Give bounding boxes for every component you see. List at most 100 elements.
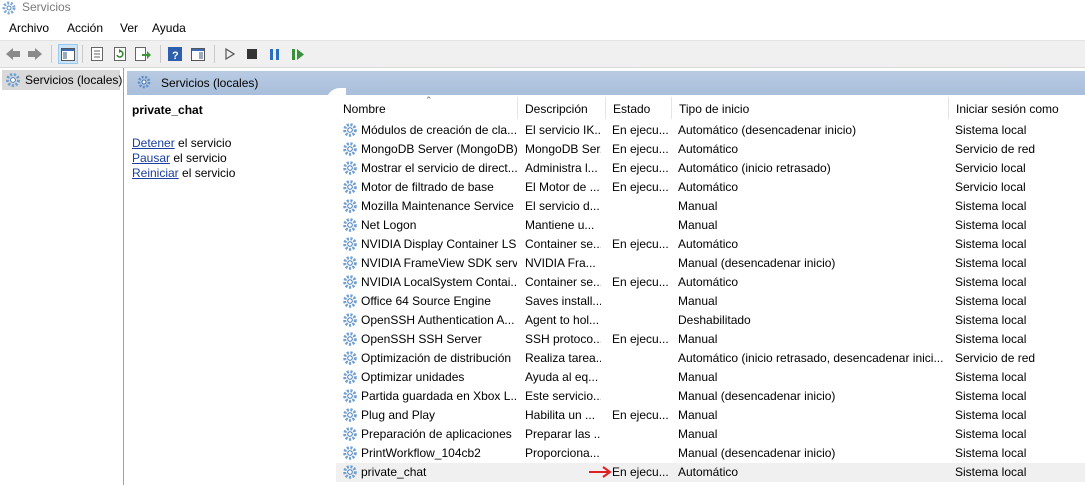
service-startup-type-cell: Automático [678,465,739,479]
window-title: Servicios [22,0,71,14]
service-name-cell: Preparación de aplicaciones [361,427,512,441]
service-description-cell: Container se... [525,237,601,251]
table-row[interactable]: Office 64 Source Engine Saves install... M… [336,292,1085,311]
service-logon-cell: Sistema local [955,313,1027,327]
table-row[interactable]: Optimización de distribución Realiza tare… [336,349,1085,368]
service-startup-type-cell: Manual (desencadenar inicio) [678,389,836,403]
service-name-cell: Motor de filtrado de base [361,180,494,194]
table-row[interactable]: Módulos de creación de cla... El servicio… [336,121,1085,140]
service-name-cell: Office 64 Source Engine [361,294,491,308]
service-gear-icon [342,293,358,312]
column-header-name[interactable]: ⌃ Nombre [336,95,517,119]
service-startup-type-cell: Manual [678,370,718,384]
service-logon-cell: Servicio local [955,161,1026,175]
service-description-cell: Mantiene u... [525,218,595,232]
service-gear-icon [342,388,358,407]
table-row[interactable]: Optimizar unidades Ayuda al eq... Manual Si… [336,368,1085,387]
service-startup-type-cell: Manual (desencadenar inicio) [678,446,836,460]
service-startup-type-cell: Manual [678,218,718,232]
service-gear-icon [342,160,358,179]
service-logon-cell: Sistema local [955,427,1027,441]
service-logon-cell: Sistema local [955,446,1027,460]
service-description-cell: NVIDIA Fra... [525,256,596,270]
gear-icon [5,72,21,88]
stop-service-link[interactable]: Detener [132,136,175,150]
column-label: Descripción [525,102,588,116]
stop-service-action: Detener el servicio [132,136,235,151]
service-name-cell: OpenSSH SSH Server [361,332,482,346]
start-service-icon[interactable] [221,45,239,63]
table-row[interactable]: Partida guardada en Xbox L... Este servic… [336,387,1085,406]
service-status-cell: En ejecu... [612,180,669,194]
service-logon-cell: Sistema local [955,275,1027,289]
table-row[interactable]: Mostrar el servicio de direct... Administ… [336,159,1085,178]
table-row[interactable]: PrintWorkflow_104cb2 Proporciona... Manual… [336,444,1085,463]
table-row[interactable]: MongoDB Server (MongoDB) MongoDB Ser... En… [336,140,1085,159]
properties-icon[interactable] [88,45,106,63]
service-gear-icon [342,350,358,369]
forward-arrow-icon[interactable] [26,45,44,63]
table-row[interactable]: OpenSSH Authentication A... Agent to hol.… [336,311,1085,330]
service-gear-icon [342,426,358,445]
restart-service-link[interactable]: Reiniciar [132,166,179,180]
tree-item-services-local[interactable]: Servicios (locales) [2,70,122,90]
service-status-cell: En ejecu... [612,465,669,479]
service-gear-icon [342,407,358,426]
refresh-icon[interactable] [111,45,129,63]
service-startup-type-cell: Manual [678,332,718,346]
service-description-cell: Container se... [525,275,601,289]
show-hide-action-pane-icon[interactable] [189,45,207,63]
table-row[interactable]: Plug and Play Habilita un ... En ejecu... M… [336,406,1085,425]
column-header-description[interactable]: Descripción [518,95,605,119]
service-logon-cell: Sistema local [955,123,1027,137]
service-name-cell: Optimización de distribución [361,351,512,365]
back-arrow-icon[interactable] [4,45,22,63]
show-hide-console-tree-icon[interactable] [58,44,78,64]
table-row[interactable]: NVIDIA FrameView SDK serv... NVIDIA Fra..… [336,254,1085,273]
stop-service-icon[interactable] [243,45,261,63]
column-header-logon-as[interactable]: Iniciar sesión como [949,95,1085,119]
help-icon[interactable]: ? [166,45,184,63]
service-status-cell: En ejecu... [612,161,669,175]
table-row[interactable]: NVIDIA Display Container LS Container se.… [336,235,1085,254]
action-text: el servicio [174,136,232,150]
table-row[interactable]: OpenSSH SSH Server SSH protoco... En ejecu… [336,330,1085,349]
resume-service-icon[interactable] [289,45,307,63]
service-logon-cell: Servicio local [955,180,1026,194]
column-header-startup-type[interactable]: Tipo de inicio [672,95,948,119]
service-name-cell: Módulos de creación de cla... [361,123,517,137]
service-logon-cell: Sistema local [955,389,1027,403]
pause-service-icon[interactable] [266,45,284,63]
table-row[interactable]: Motor de filtrado de base El Motor de ...… [336,178,1085,197]
service-name-cell: OpenSSH Authentication A... [361,313,515,327]
menu-ver[interactable]: Ver [120,21,138,35]
export-list-icon[interactable] [134,45,152,63]
pause-service-link[interactable]: Pausar [132,151,170,165]
column-header-status[interactable]: Estado [606,95,671,119]
table-row[interactable]: private_chat En ejecu... Automático Sistema… [336,463,1085,482]
service-gear-icon [342,369,358,388]
service-logon-cell: Sistema local [955,199,1027,213]
table-row[interactable]: Mozilla Maintenance Service El servicio d… [336,197,1085,216]
menu-archivo[interactable]: Archivo [9,21,49,35]
service-gear-icon [342,464,358,483]
svg-text:?: ? [172,50,179,61]
toolbar: ? [0,40,1085,68]
title-bar: Servicios [0,0,1085,16]
service-details-pane: private_chat Detener el servicio Pausar … [127,95,330,485]
menu-accion[interactable]: Acción [67,21,103,35]
service-startup-type-cell: Automático (desencadenar inicio) [678,123,857,137]
service-gear-icon [342,141,358,160]
table-row[interactable]: Preparación de aplicaciones Preparar las … [336,425,1085,444]
service-name-cell: NVIDIA Display Container LS [361,237,517,251]
red-arrow-icon [588,466,612,481]
service-name-cell: private_chat [361,465,427,479]
column-label: Nombre [343,102,386,116]
service-name-cell: Optimizar unidades [361,370,465,384]
table-row[interactable]: NVIDIA LocalSystem Contai... Container se… [336,273,1085,292]
table-row[interactable]: Net Logon Mantiene u... Manual Sistema loca… [336,216,1085,235]
menu-ayuda[interactable]: Ayuda [152,21,186,35]
service-name-cell: Mostrar el servicio de direct... [361,161,517,175]
panel-header: Servicios (locales) [127,71,1085,95]
service-description-cell: SSH protoco... [525,332,601,346]
